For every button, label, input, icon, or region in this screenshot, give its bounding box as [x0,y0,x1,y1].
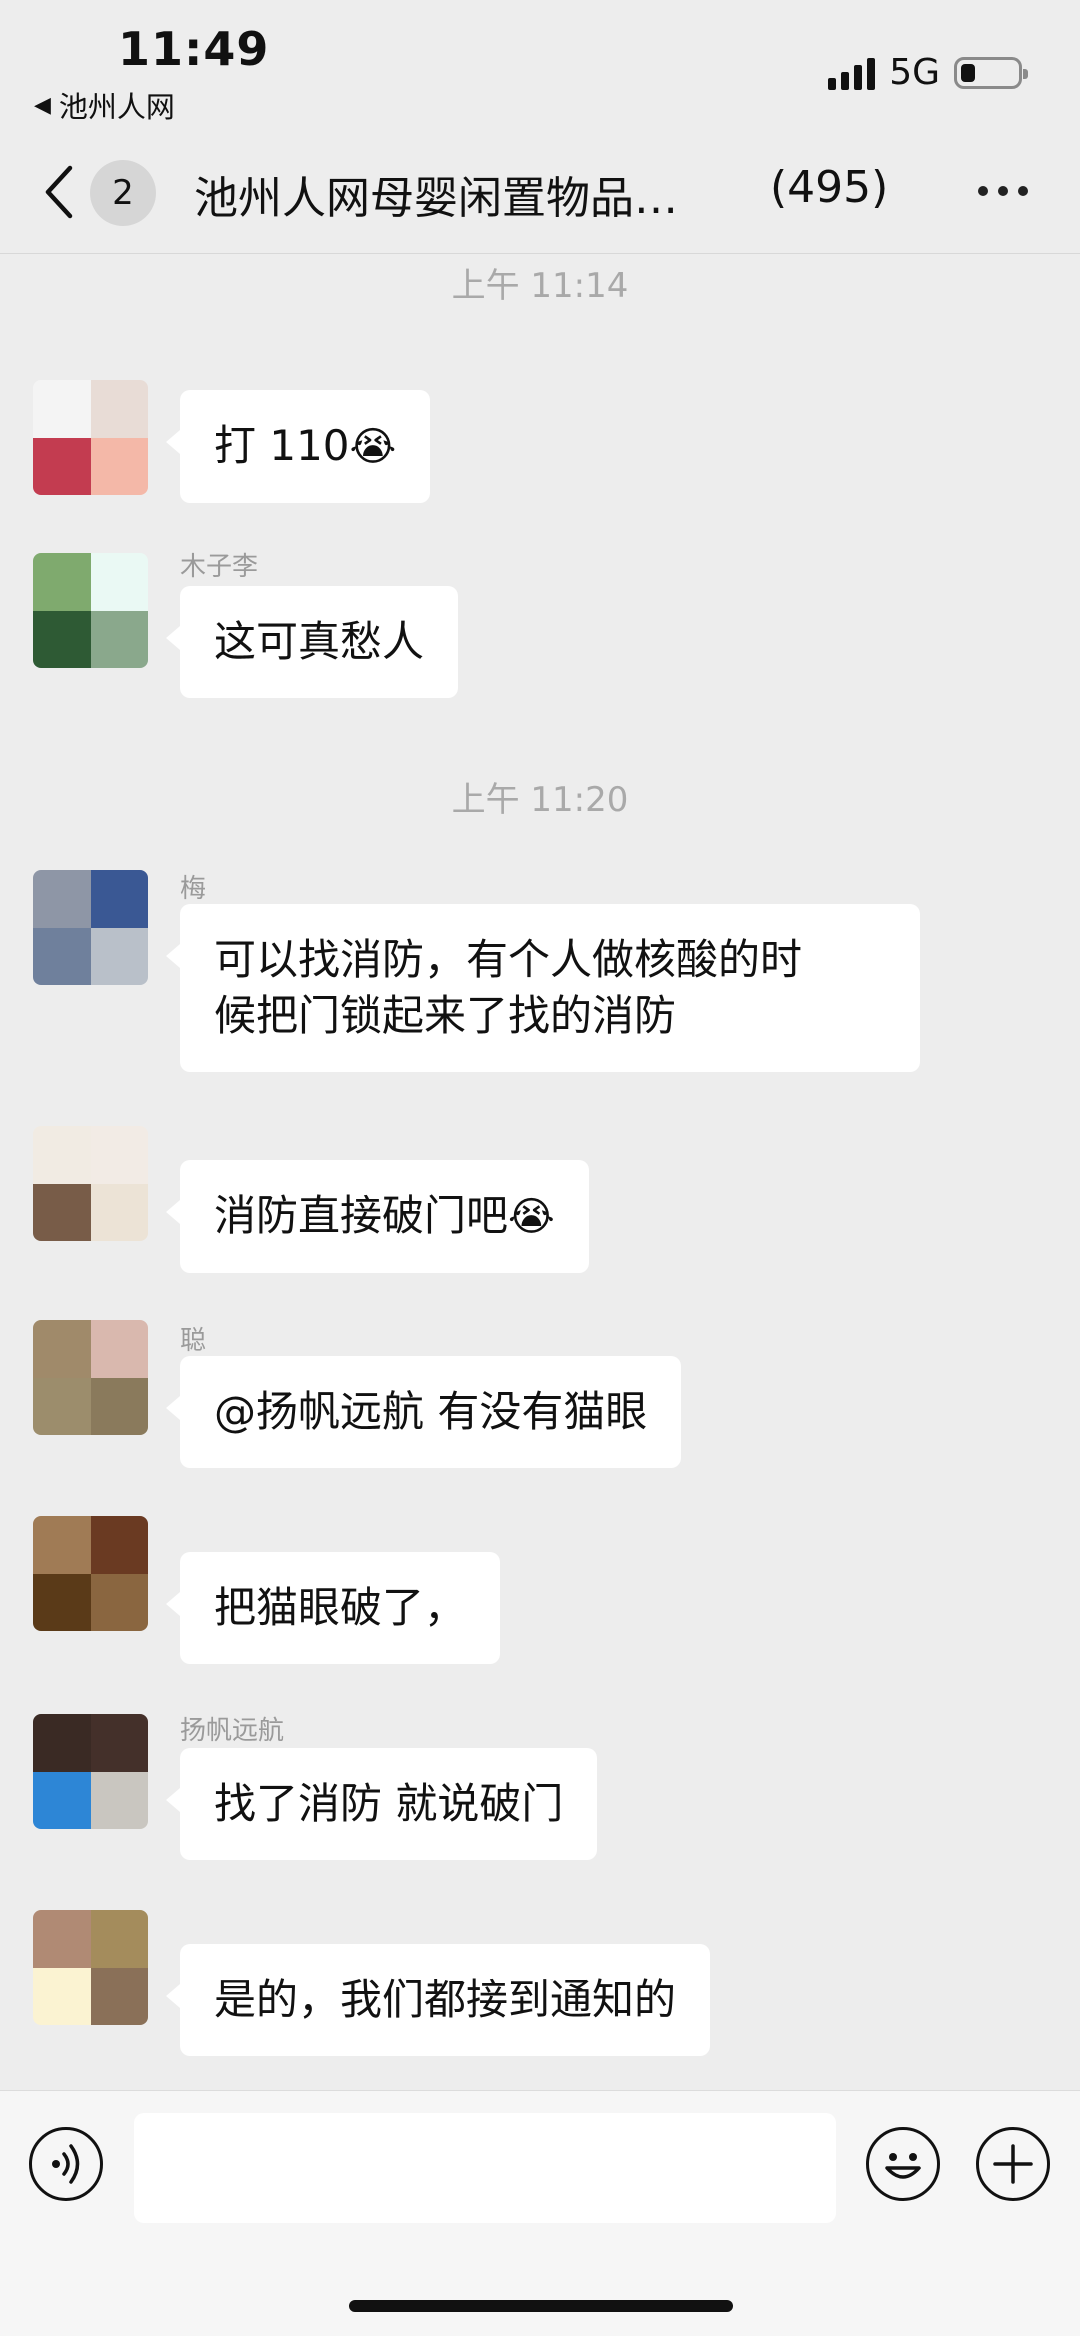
avatar[interactable] [33,1714,148,1829]
message-bubble[interactable]: 找了消防 就说破门 [165,1748,598,1860]
sender-nickname: 木子李 [180,552,259,582]
back-triangle-icon: ◀ [34,92,51,118]
avatar[interactable] [33,380,148,495]
message-bubble[interactable]: 把猫眼破了， [165,1552,501,1664]
avatar[interactable] [33,1320,148,1435]
message-bubble[interactable]: 这可真愁人 [165,586,459,698]
home-indicator[interactable] [349,2300,733,2312]
message-text: 消防直接破门吧 [214,1191,509,1240]
message-input[interactable] [134,2113,836,2223]
chevron-left-icon [45,165,73,219]
more-dots-icon[interactable] [978,186,1028,196]
unread-badge[interactable]: 2 [90,160,156,226]
message-text-line: 可以找消防，有个人做核酸的时 [214,935,803,984]
avatar[interactable] [33,1126,148,1241]
back-to-app-link[interactable]: ◀ 池州人网 [34,84,175,126]
message-text: 这可真愁人 [214,617,425,666]
status-bar: 11:49 ◀ 池州人网 5G [0,0,1080,130]
status-indicators: 5G [828,52,1028,93]
chat-header: 2 池州人网母婴闲置物品… (495) [0,130,1080,254]
sender-nickname: 聪 [180,1326,207,1356]
member-count: (495) [770,162,889,213]
signal-icon [828,56,876,90]
timestamp: 上午 11:20 [451,780,629,820]
battery-icon [954,56,1028,89]
message-text: 把猫眼破了， [214,1583,467,1632]
voice-icon[interactable] [29,2127,103,2201]
chat-title: 池州人网母婴闲置物品… [194,173,678,224]
message-bubble[interactable]: 消防直接破门吧😭 [166,1160,589,1273]
crying-emoji-icon: 😭 [508,1194,555,1240]
avatar[interactable] [33,870,148,985]
sender-nickname: 梅 [180,874,207,904]
network-type: 5G [889,52,940,93]
message-text: 找了消防 就说破门 [214,1779,564,1828]
message-bubble[interactable]: 是的，我们都接到通知的 [165,1944,711,2056]
smiley-icon[interactable] [866,2127,940,2201]
plus-icon[interactable] [976,2127,1050,2201]
avatar[interactable] [33,1910,148,2025]
message-text: 打 110 [214,421,350,470]
timestamp: 上午 11:14 [451,266,629,306]
message-bubble[interactable]: @扬帆远航 有没有猫眼 [165,1356,682,1468]
message-text-line: 候把门锁起来了找的消防 [214,991,677,1040]
status-time: 11:49 [118,22,270,76]
message-bubble[interactable]: 可以找消防，有个人做核酸的时 候把门锁起来了找的消防 [166,904,920,1072]
back-button[interactable] [40,160,80,224]
message-bubble[interactable]: 打 110😭 [165,390,431,503]
avatar[interactable] [33,1516,148,1631]
message-text: 是的，我们都接到通知的 [214,1975,677,2024]
back-app-label: 池州人网 [58,90,175,124]
sender-nickname: 扬帆远航 [180,1716,285,1746]
crying-emoji-icon: 😭 [349,424,397,470]
avatar[interactable] [33,553,148,668]
message-text: @扬帆远航 有没有猫眼 [214,1387,648,1436]
